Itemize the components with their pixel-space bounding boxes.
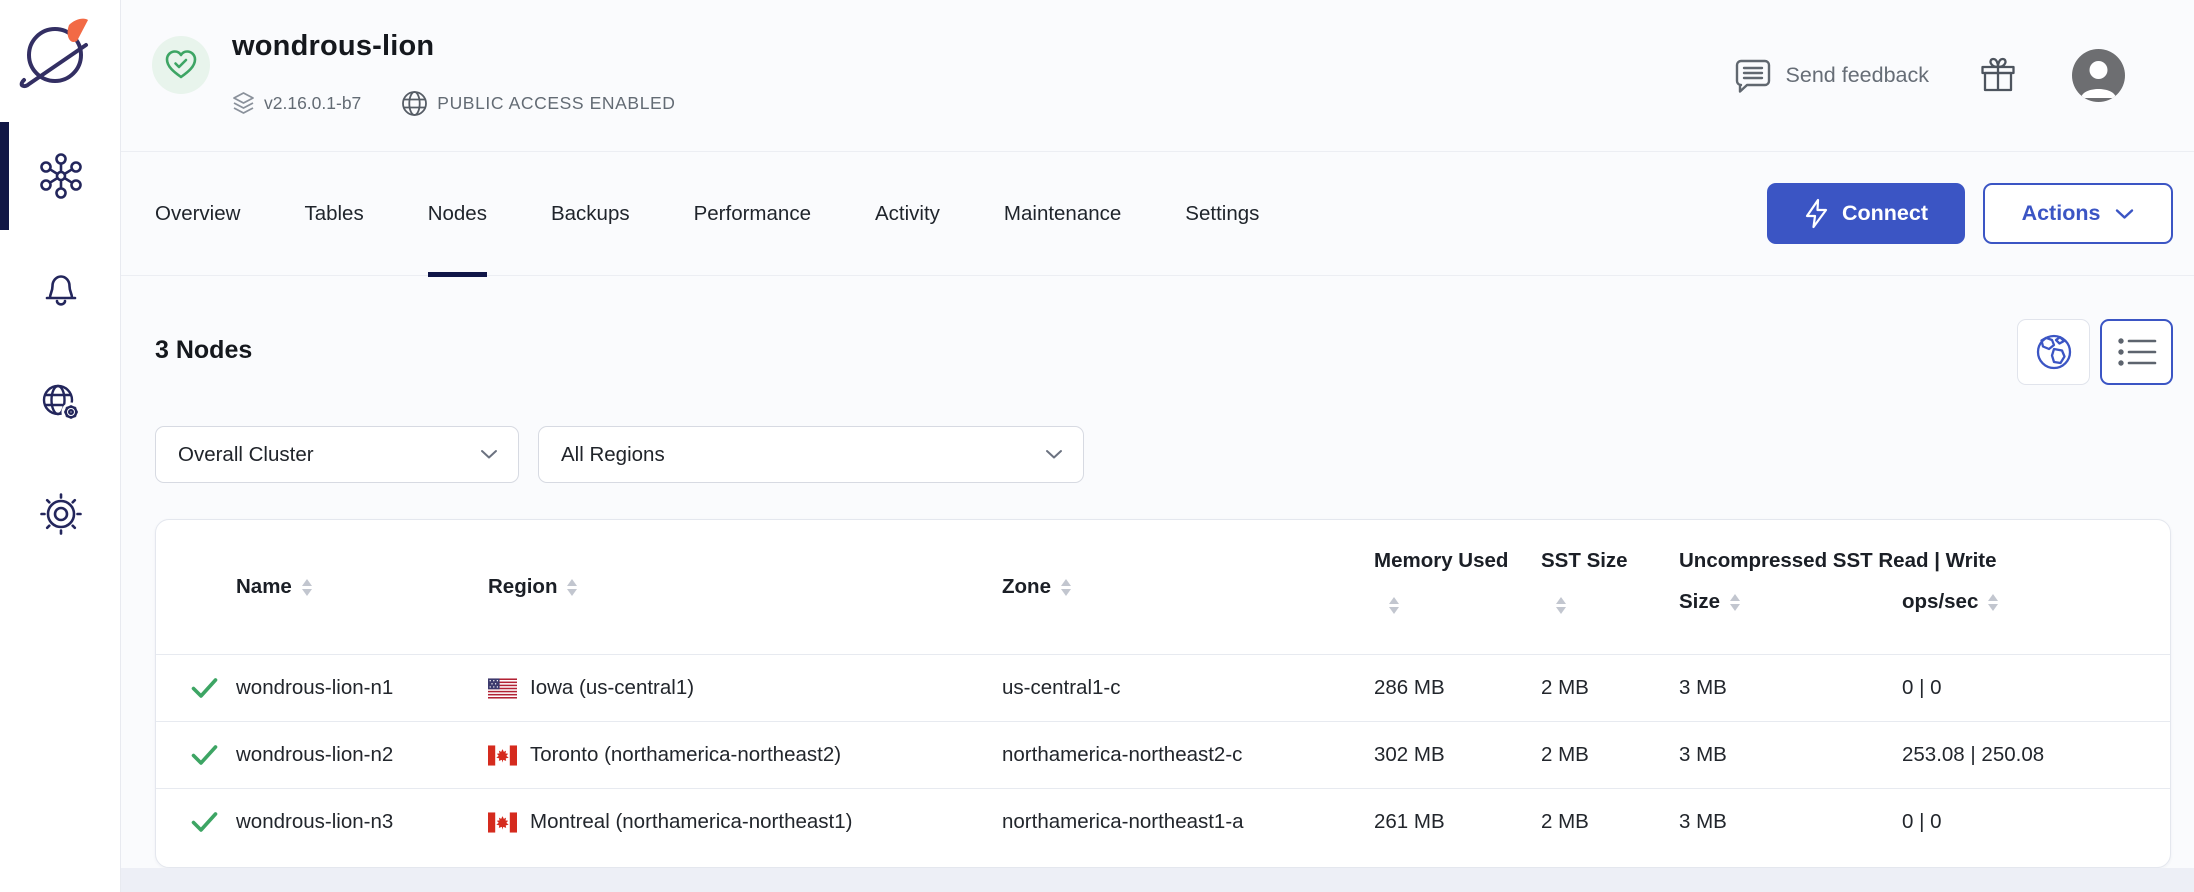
- node-region: Toronto (northamerica-northeast2): [530, 743, 841, 767]
- version-label: v2.16.0.1-b7: [264, 93, 361, 114]
- tab-maintenance[interactable]: Maintenance: [1004, 152, 1121, 276]
- chevron-down-icon: [1045, 449, 1063, 460]
- sort-zone-control[interactable]: [1061, 579, 1071, 596]
- tab-activity[interactable]: Activity: [875, 152, 940, 276]
- sort-memory-control[interactable]: [1389, 597, 1399, 614]
- table-header: Name Region Zone Memory Used SST Size: [156, 520, 2170, 654]
- globe-icon: [401, 90, 428, 117]
- node-memory-used: 261 MB: [1374, 789, 1541, 855]
- node-name: wondrous-lion-n2: [236, 722, 488, 788]
- chevron-down-icon: [480, 449, 498, 460]
- list-view-button[interactable]: [2100, 319, 2173, 385]
- sidebar-item-alerts[interactable]: [0, 240, 121, 336]
- tab-nodes[interactable]: Nodes: [428, 152, 487, 276]
- column-header-region: Region: [488, 575, 557, 599]
- sort-sst-control[interactable]: [1556, 597, 1566, 614]
- send-feedback-button[interactable]: Send feedback: [1720, 57, 1929, 95]
- tab-settings[interactable]: Settings: [1185, 152, 1259, 276]
- gear-icon: [38, 491, 84, 537]
- cluster-header: wondrous-lion v2.16.0.1-b7 PUBLIC ACCESS…: [121, 0, 2194, 152]
- actions-button[interactable]: Actions: [1983, 183, 2173, 244]
- node-ops-sec: 253.08 | 250.08: [1902, 722, 2170, 788]
- node-region: Montreal (northamerica-northeast1): [530, 810, 852, 834]
- healthy-check-icon: [191, 811, 218, 833]
- connect-button[interactable]: Connect: [1767, 183, 1965, 244]
- node-region: Iowa (us-central1): [530, 676, 694, 700]
- list-icon: [2117, 336, 2157, 368]
- column-group-uncompressed: Uncompressed SST Read | Write: [1679, 549, 2170, 573]
- node-sst-size: 2 MB: [1541, 722, 1679, 788]
- map-globe-icon: [2033, 331, 2075, 373]
- node-name: wondrous-lion-n3: [236, 789, 488, 855]
- node-ops-sec: 0 | 0: [1902, 655, 2170, 721]
- column-header-size: Size: [1679, 590, 1720, 614]
- column-header-zone: Zone: [1002, 575, 1051, 599]
- bolt-icon: [1804, 198, 1829, 229]
- healthy-check-icon: [191, 677, 218, 699]
- feedback-bubble-icon: [1733, 57, 1773, 95]
- node-uncompressed-size: 3 MB: [1679, 655, 1902, 721]
- nodes-count-heading: 3 Nodes: [155, 336, 252, 365]
- sidebar-item-clusters[interactable]: [0, 128, 121, 224]
- layers-icon: [232, 91, 255, 116]
- filters: Overall Cluster All Regions: [155, 426, 1084, 483]
- node-sst-size: 2 MB: [1541, 655, 1679, 721]
- sort-ops-control[interactable]: [1988, 594, 1998, 611]
- node-memory-used: 302 MB: [1374, 722, 1541, 788]
- healthy-check-icon: [191, 744, 218, 766]
- tab-bar: Overview Tables Nodes Backups Performanc…: [121, 152, 2194, 276]
- column-header-sst-size: SST Size: [1541, 549, 1679, 573]
- scroll-edge: [121, 868, 2194, 892]
- sidebar: [0, 0, 121, 892]
- tab-backups[interactable]: Backups: [551, 152, 630, 276]
- sort-size-control[interactable]: [1730, 594, 1740, 611]
- region-filter-select[interactable]: All Regions: [538, 426, 1084, 483]
- cluster-network-icon: [36, 151, 86, 201]
- table-row: wondrous-lion-n3 Montreal (northamerica-…: [156, 788, 2170, 855]
- node-zone: northamerica-northeast2-c: [1002, 722, 1374, 788]
- node-memory-used: 286 MB: [1374, 655, 1541, 721]
- sort-name-control[interactable]: [302, 579, 312, 596]
- avatar[interactable]: [2072, 49, 2125, 102]
- table-row: wondrous-lion-n1 Iowa (us-central1) us-c…: [156, 654, 2170, 721]
- tab-tables[interactable]: Tables: [304, 152, 363, 276]
- column-header-ops-sec: ops/sec: [1902, 590, 1978, 614]
- public-access-label: PUBLIC ACCESS ENABLED: [437, 93, 675, 114]
- node-name: wondrous-lion-n1: [236, 655, 488, 721]
- node-zone: northamerica-northeast1-a: [1002, 789, 1374, 855]
- gift-icon: [1978, 56, 2018, 96]
- canada-flag-icon: [488, 745, 517, 766]
- page-title: wondrous-lion: [232, 30, 434, 63]
- sidebar-item-settings[interactable]: [0, 466, 121, 562]
- brand-logo[interactable]: [16, 18, 94, 90]
- node-uncompressed-size: 3 MB: [1679, 789, 1902, 855]
- cluster-health-badge: [152, 36, 210, 94]
- us-flag-icon: [488, 678, 517, 699]
- column-header-name: Name: [236, 575, 292, 599]
- view-toggle: [2017, 319, 2173, 385]
- nodes-table: Name Region Zone Memory Used SST Size: [155, 519, 2171, 868]
- node-ops-sec: 0 | 0: [1902, 789, 2170, 855]
- node-uncompressed-size: 3 MB: [1679, 722, 1902, 788]
- node-zone: us-central1-c: [1002, 655, 1374, 721]
- bell-icon: [39, 266, 83, 310]
- sidebar-item-network-access[interactable]: [0, 354, 121, 450]
- table-row: wondrous-lion-n2 Toronto (northamerica-n…: [156, 721, 2170, 788]
- nodes-section: 3 Nodes: [121, 276, 2194, 892]
- map-view-button[interactable]: [2017, 319, 2090, 385]
- tab-overview[interactable]: Overview: [155, 152, 240, 276]
- heart-check-icon: [164, 49, 198, 81]
- node-sst-size: 2 MB: [1541, 789, 1679, 855]
- gift-button[interactable]: [1978, 56, 2018, 96]
- sort-region-control[interactable]: [567, 579, 577, 596]
- tab-performance[interactable]: Performance: [694, 152, 811, 276]
- column-header-memory-used: Memory Used: [1374, 549, 1541, 573]
- canada-flag-icon: [488, 812, 517, 833]
- chevron-down-icon: [2115, 208, 2134, 220]
- cluster-filter-select[interactable]: Overall Cluster: [155, 426, 519, 483]
- globe-gear-icon: [37, 378, 85, 426]
